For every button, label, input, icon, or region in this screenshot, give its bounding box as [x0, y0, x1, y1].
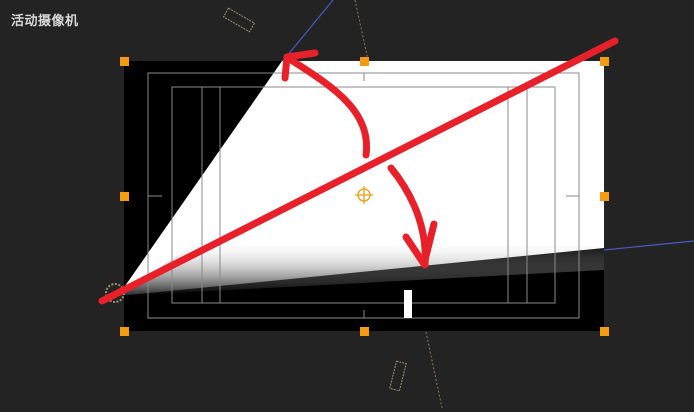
selection-handle — [360, 57, 369, 66]
active-camera-label[interactable]: 活动摄像机 — [11, 10, 79, 29]
white-marker-bar — [404, 290, 412, 318]
selection-handle — [600, 57, 609, 66]
selection-handle — [600, 327, 609, 336]
selection-handle — [120, 57, 129, 66]
selection-handle — [120, 192, 129, 201]
selection-handle — [600, 192, 609, 201]
selection-handle — [360, 327, 369, 336]
viewport-canvas[interactable] — [0, 0, 694, 409]
composition-viewport[interactable]: 活动摄像机 — [0, 0, 694, 409]
selection-handle — [120, 327, 129, 336]
